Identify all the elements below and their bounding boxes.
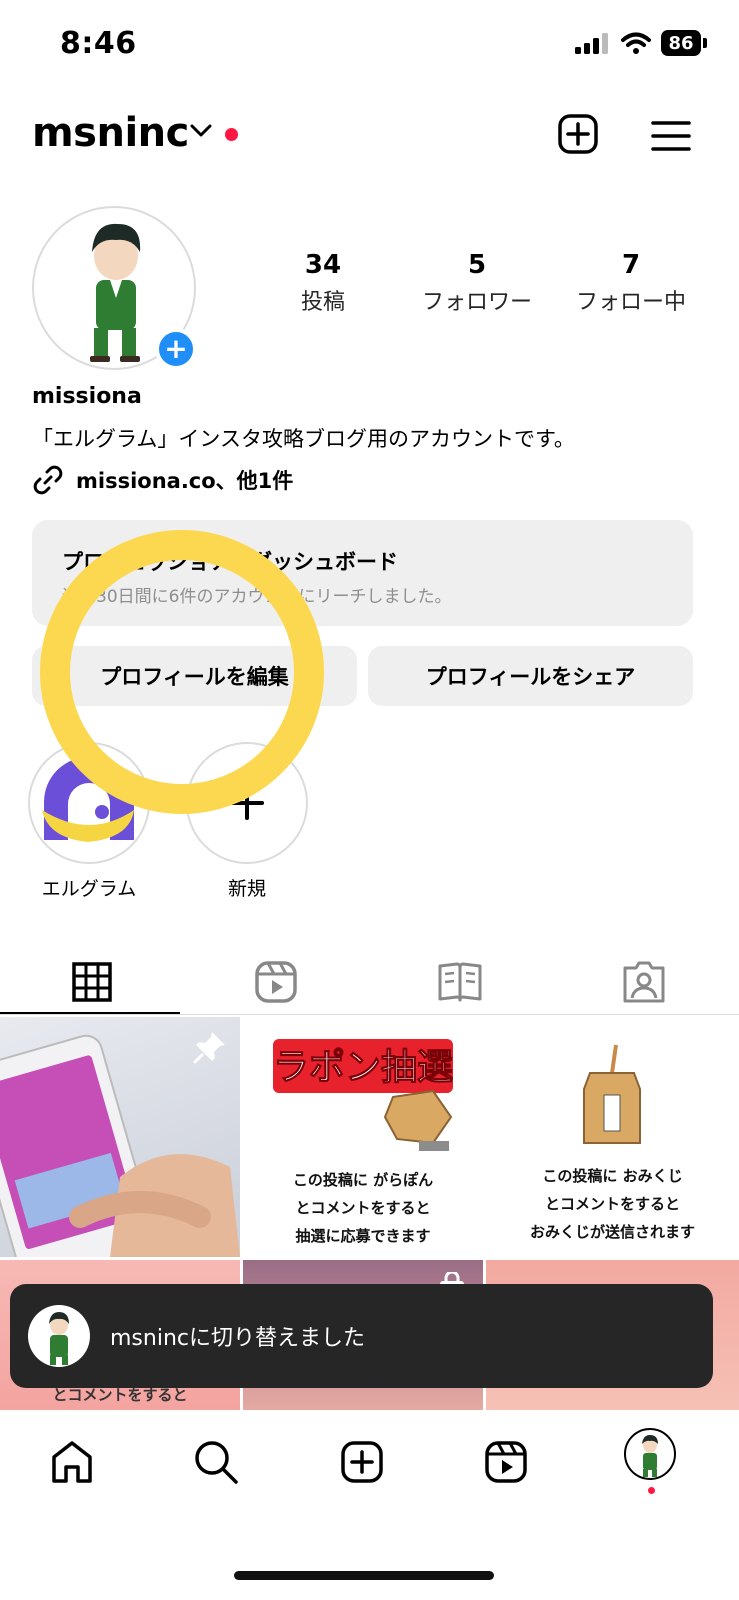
reels-icon [255,961,297,1003]
home-indicator[interactable] [234,1571,494,1580]
chevron-down-icon[interactable] [190,124,212,138]
omikuji-line-3: おみくじが送信されます [529,1223,695,1241]
profile-link[interactable]: missiona.co、他1件 [32,464,293,496]
nav-profile-avatar-icon [642,1435,658,1477]
grid-icon [72,962,112,1002]
account-switched-toast: msnincに切り替えました [10,1284,713,1388]
search-icon [195,1441,238,1484]
profile-link-text: missiona.co、他1件 [76,469,294,493]
wifi-icon [621,32,651,54]
garapon-line-2: とコメントをすると [295,1199,431,1217]
garapon-title-image: ガラポン抽選会 [243,1039,483,1093]
tab-guides[interactable] [368,950,552,1014]
omikuji-box-icon [583,1044,641,1144]
reels-icon [485,1441,527,1483]
followers-count-value: 5 [467,250,487,280]
status-icons: 86 [575,30,707,56]
add-story-button[interactable]: + [155,328,197,370]
followers-count[interactable]: 5 フォロワー [402,250,552,316]
create-post-icon[interactable] [558,114,598,154]
nav-search[interactable] [186,1432,246,1492]
menu-icon[interactable] [651,120,691,152]
post-tile-omikuji[interactable]: この投稿に おみくじ とコメントをすると おみくじが送信されます [486,1017,739,1257]
account-switcher[interactable]: msninc [32,110,189,156]
annotation-circle [40,530,324,814]
post-tile-garapon[interactable]: ガラポン抽選会 この投稿に がらぽん とコメントをすると 抽選に応募できます [243,1017,483,1257]
garapon-title: ガラポン抽選会 [243,1039,483,1093]
status-time: 8:46 [60,26,137,61]
nav-reels[interactable] [476,1432,536,1492]
tabs-divider [0,1014,739,1015]
create-icon [341,1441,383,1483]
battery-indicator: 86 [661,30,701,56]
garapon-line-3: 抽選に応募できます [295,1227,431,1245]
share-profile-button[interactable]: プロフィールをシェア [368,646,693,706]
profile-name: missiona [32,384,142,409]
tab-grid[interactable] [0,950,184,1014]
posts-count-value: 34 [304,250,342,280]
battery-tip [703,38,707,48]
highlight-elgram-label: エルグラム [41,878,137,900]
lottery-machine-icon [383,1089,453,1151]
highlight-new-label: 新規 [227,878,266,900]
pinned-icon [193,1032,225,1064]
home-icon [52,1441,92,1483]
profile-bio: 「エルグラム」インスタ攻略ブログ用のアカウントです。 [32,427,575,451]
notification-dot [225,128,238,141]
toast-avatar-character-icon [49,1312,69,1365]
profile-notification-dot [648,1487,655,1494]
garapon-title-text: ガラポン抽選会 [273,1046,453,1088]
guide-book-icon [438,962,482,1002]
nav-home[interactable] [42,1432,102,1492]
signal-icon [575,33,608,54]
followers-count-label: フォロワー [421,290,532,315]
toast-message: msnincに切り替えました [110,1326,365,1351]
tab-tagged[interactable] [552,950,736,1014]
following-count-label: フォロー中 [575,290,686,315]
omikuji-line-1: この投稿に おみくじ [542,1167,683,1185]
post-tile-instagram-phone[interactable] [0,1017,240,1257]
tab-reels[interactable] [184,950,368,1014]
link-icon [33,465,63,495]
tagged-person-icon [623,961,665,1003]
following-count-value: 7 [621,250,641,280]
omikuji-line-2: とコメントをすると [544,1195,680,1213]
toast-avatar [28,1305,90,1367]
nav-profile[interactable] [624,1428,676,1480]
nav-create[interactable] [332,1432,392,1492]
posts-count[interactable]: 34 投稿 [248,250,398,316]
following-count[interactable]: 7 フォロー中 [556,250,706,316]
posts-count-label: 投稿 [300,290,345,315]
garapon-line-1: この投稿に がらぽん [292,1171,434,1189]
